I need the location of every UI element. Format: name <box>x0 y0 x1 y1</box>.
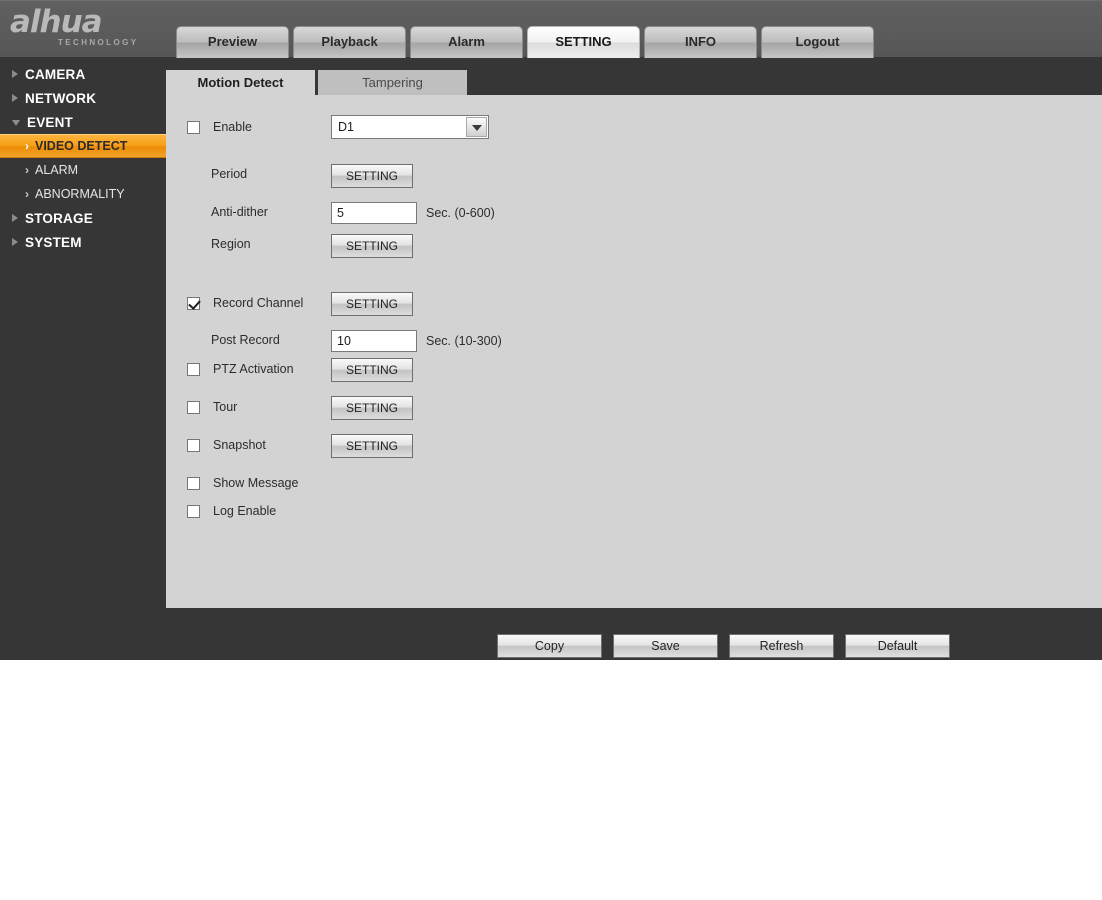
region-label: Region <box>211 237 251 251</box>
period-setting-button[interactable]: SETTING <box>331 164 413 188</box>
ptz-activation-label: PTZ Activation <box>213 362 294 376</box>
sidebar-item-label: EVENT <box>27 114 74 130</box>
anti-dither-unit: Sec. (0-600) <box>426 206 495 220</box>
tour-setting-button[interactable]: SETTING <box>331 396 413 420</box>
post-record-unit: Sec. (10-300) <box>426 334 502 348</box>
chevron-right-icon <box>12 94 18 102</box>
post-record-input[interactable]: 10 <box>331 330 417 352</box>
region-setting-button[interactable]: SETTING <box>331 234 413 258</box>
sidebar-item-label: NETWORK <box>25 90 97 106</box>
record-channel-label: Record Channel <box>213 296 304 310</box>
tab-tampering[interactable]: Tampering <box>318 70 467 96</box>
ptz-activation-checkbox[interactable] <box>187 362 200 376</box>
sidebar-item-label: STORAGE <box>25 210 93 226</box>
record-channel-setting-button[interactable]: SETTING <box>331 292 413 316</box>
sidebar-subitem-label: VIDEO DETECT <box>35 139 128 153</box>
logo-tagline: TECHNOLOGY <box>58 38 139 47</box>
show-message-label: Show Message <box>213 476 299 490</box>
chevron-down-icon <box>12 120 20 126</box>
tour-label: Tour <box>213 400 238 414</box>
nav-tab-preview[interactable]: Preview <box>176 26 289 58</box>
anti-dither-input-row: 5 Sec. (0-600) <box>331 202 495 224</box>
tour-checkbox[interactable] <box>187 400 200 414</box>
region-label-row: Region <box>211 237 251 251</box>
dahua-web-ui: alhua TECHNOLOGY Preview Playback Alarm … <box>0 0 1102 900</box>
record-channel-button-row: SETTING <box>331 292 413 316</box>
sidebar-item-alarm[interactable]: › ALARM <box>0 158 166 182</box>
nav-tab-alarm[interactable]: Alarm <box>410 26 523 58</box>
sidebar-item-label: SYSTEM <box>25 234 82 250</box>
region-button-row: SETTING <box>331 234 413 258</box>
log-enable-checkbox[interactable] <box>187 504 200 518</box>
chevron-right-icon <box>12 238 18 246</box>
period-label: Period <box>211 167 248 181</box>
snapshot-button-row: SETTING <box>331 434 413 458</box>
snapshot-setting-button[interactable]: SETTING <box>331 434 413 458</box>
sidebar-item-event[interactable]: EVENT <box>0 110 166 134</box>
log-enable-row: Log Enable <box>187 504 276 518</box>
enable-checkbox[interactable] <box>187 120 200 134</box>
chevron-right-icon: › <box>25 139 29 153</box>
nav-tab-info[interactable]: INFO <box>644 26 757 58</box>
chevron-right-icon <box>12 214 18 222</box>
save-button[interactable]: Save <box>613 634 718 658</box>
motion-detect-form: Enable D1 Period SETTING Anti-dither 5 S… <box>166 95 1102 658</box>
anti-dither-label: Anti-dither <box>211 205 268 219</box>
snapshot-row: Snapshot <box>187 438 266 452</box>
sidebar-subitem-label: ABNORMALITY <box>35 187 125 201</box>
sidebar-item-abnormality[interactable]: › ABNORMALITY <box>0 182 166 206</box>
tour-button-row: SETTING <box>331 396 413 420</box>
top-header-bar: alhua TECHNOLOGY Preview Playback Alarm … <box>0 0 1102 58</box>
sidebar-nav: CAMERA NETWORK EVENT › VIDEO DETECT › AL… <box>0 62 166 402</box>
snapshot-checkbox[interactable] <box>187 438 200 452</box>
enable-row: Enable <box>187 120 252 134</box>
ptz-activation-row: PTZ Activation <box>187 362 294 376</box>
action-button-bar: Copy Save Refresh Default <box>497 634 950 658</box>
copy-button[interactable]: Copy <box>497 634 602 658</box>
log-enable-label: Log Enable <box>213 504 277 518</box>
nav-tab-playback[interactable]: Playback <box>293 26 406 58</box>
sidebar-subitem-label: ALARM <box>35 163 79 177</box>
channel-select-row: D1 <box>331 115 489 139</box>
snapshot-label: Snapshot <box>213 438 266 452</box>
channel-select[interactable]: D1 <box>331 115 489 139</box>
chevron-right-icon: › <box>25 163 29 177</box>
chevron-down-icon[interactable] <box>466 117 487 137</box>
ptz-activation-button-row: SETTING <box>331 358 413 382</box>
record-channel-checkbox[interactable] <box>187 296 200 310</box>
logo-wordmark: alhua <box>10 4 103 40</box>
anti-dither-input[interactable]: 5 <box>331 202 417 224</box>
period-button-row: SETTING <box>331 164 413 188</box>
record-channel-row: Record Channel <box>187 296 303 310</box>
sidebar-item-camera[interactable]: CAMERA <box>0 62 166 86</box>
nav-tab-setting[interactable]: SETTING <box>527 26 640 58</box>
period-label-row: Period <box>211 167 247 181</box>
nav-tab-logout[interactable]: Logout <box>761 26 874 58</box>
default-button[interactable]: Default <box>845 634 950 658</box>
main-nav-tabs: Preview Playback Alarm SETTING INFO Logo… <box>176 26 874 58</box>
refresh-button[interactable]: Refresh <box>729 634 834 658</box>
tour-row: Tour <box>187 400 237 414</box>
sidebar-item-video-detect[interactable]: › VIDEO DETECT <box>0 134 166 158</box>
sidebar-item-network[interactable]: NETWORK <box>0 86 166 110</box>
settings-panel: Enable D1 Period SETTING Anti-dither 5 S… <box>166 95 1102 658</box>
chevron-right-icon: › <box>25 187 29 201</box>
anti-dither-label-row: Anti-dither <box>211 205 268 219</box>
tab-motion-detect[interactable]: Motion Detect <box>166 70 315 96</box>
show-message-row: Show Message <box>187 476 298 490</box>
enable-label: Enable <box>213 120 252 134</box>
sidebar-item-storage[interactable]: STORAGE <box>0 206 166 230</box>
post-record-label: Post Record <box>211 333 280 347</box>
sidebar-item-system[interactable]: SYSTEM <box>0 230 166 254</box>
channel-select-value: D1 <box>338 120 354 134</box>
chevron-right-icon <box>12 70 18 78</box>
show-message-checkbox[interactable] <box>187 476 200 490</box>
ptz-activation-setting-button[interactable]: SETTING <box>331 358 413 382</box>
post-record-input-row: 10 Sec. (10-300) <box>331 330 502 352</box>
sidebar-item-label: CAMERA <box>25 66 86 82</box>
sub-tab-bar: Motion Detect Tampering <box>166 70 1102 96</box>
post-record-label-row: Post Record <box>211 333 280 347</box>
dahua-logo: alhua TECHNOLOGY <box>10 5 160 53</box>
